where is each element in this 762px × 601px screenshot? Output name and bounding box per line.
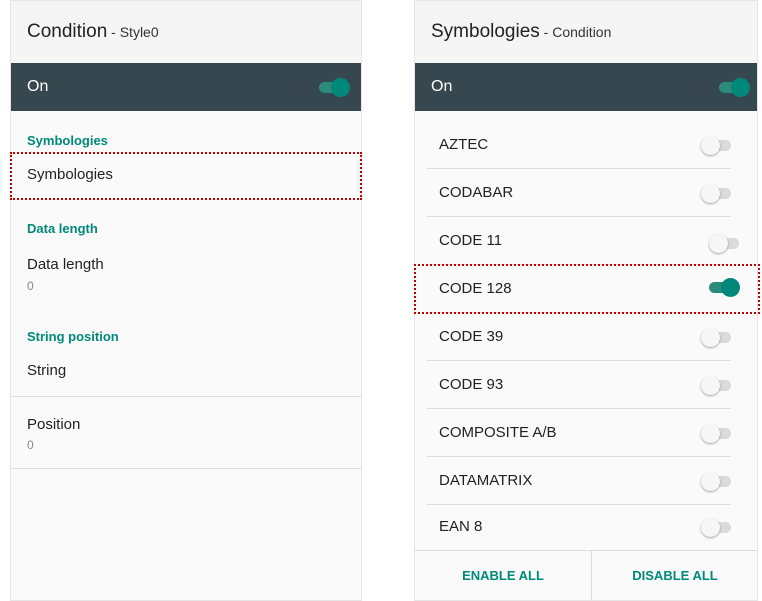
data-length-item[interactable]: Data length — [27, 256, 104, 273]
section-symbologies: Symbologies — [27, 133, 108, 148]
on-label: On — [27, 78, 49, 95]
position-item[interactable]: Position — [27, 416, 80, 433]
disable-all-button[interactable]: DISABLE ALL — [592, 551, 758, 600]
symbology-name: CODABAR — [439, 184, 514, 201]
symbology-row-code-11[interactable]: CODE 11 — [415, 217, 757, 265]
condition-panel: Condition - Style0 On Symbologies Symbol… — [10, 0, 362, 601]
section-string-position: String position — [27, 329, 119, 344]
on-label: On — [431, 78, 453, 95]
footer-actions: ENABLE ALL DISABLE ALL — [415, 550, 757, 600]
symbology-row-datamatrix[interactable]: DATAMATRIX — [415, 457, 757, 505]
master-toggle[interactable] — [717, 77, 751, 97]
symbology-row-composite-ab[interactable]: COMPOSITE A/B — [415, 409, 757, 457]
master-toggle[interactable] — [317, 77, 351, 97]
position-value: 0 — [27, 438, 34, 452]
symbology-name: EAN 8 — [439, 518, 483, 535]
symbology-name: COMPOSITE A/B — [439, 424, 557, 441]
symbology-toggle[interactable] — [701, 135, 735, 155]
symbology-row-ean-8[interactable]: EAN 8 — [415, 503, 757, 551]
enable-all-button[interactable]: ENABLE ALL — [415, 551, 591, 600]
symbology-name: CODE 93 — [439, 376, 504, 393]
symbology-row-aztec[interactable]: AZTEC — [415, 121, 757, 169]
symbology-row-code-39[interactable]: CODE 39 — [415, 313, 757, 361]
section-data-length: Data length — [27, 221, 98, 236]
master-switch-bar[interactable]: On — [415, 63, 757, 111]
page-title: Condition - Style0 — [27, 21, 159, 42]
symbology-toggle[interactable] — [701, 327, 735, 347]
symbology-toggle[interactable] — [709, 233, 743, 253]
divider — [11, 468, 361, 469]
symbology-name: CODE 11 — [439, 232, 503, 249]
symbology-row-code-93[interactable]: CODE 93 — [415, 361, 757, 409]
data-length-value: 0 — [27, 279, 34, 293]
symbology-name: AZTEC — [439, 136, 489, 153]
symbology-name: DATAMATRIX — [439, 472, 533, 489]
symbology-toggle[interactable] — [701, 471, 735, 491]
symbology-name: CODE 39 — [439, 328, 504, 345]
divider — [11, 396, 361, 397]
string-item[interactable]: String — [27, 362, 66, 379]
condition-header: Condition - Style0 — [11, 1, 361, 63]
highlight-box-code-128 — [414, 264, 760, 314]
symbologies-header: Symbologies - Condition — [415, 1, 757, 63]
page-title: Symbologies - Condition — [431, 21, 612, 42]
symbology-toggle[interactable] — [701, 183, 735, 203]
highlight-box-symbologies — [10, 152, 362, 200]
symbology-toggle[interactable] — [701, 423, 735, 443]
symbology-row-codabar[interactable]: CODABAR — [415, 169, 757, 217]
symbology-toggle[interactable] — [701, 375, 735, 395]
symbology-toggle[interactable] — [701, 517, 735, 537]
master-switch-bar[interactable]: On — [11, 63, 361, 111]
